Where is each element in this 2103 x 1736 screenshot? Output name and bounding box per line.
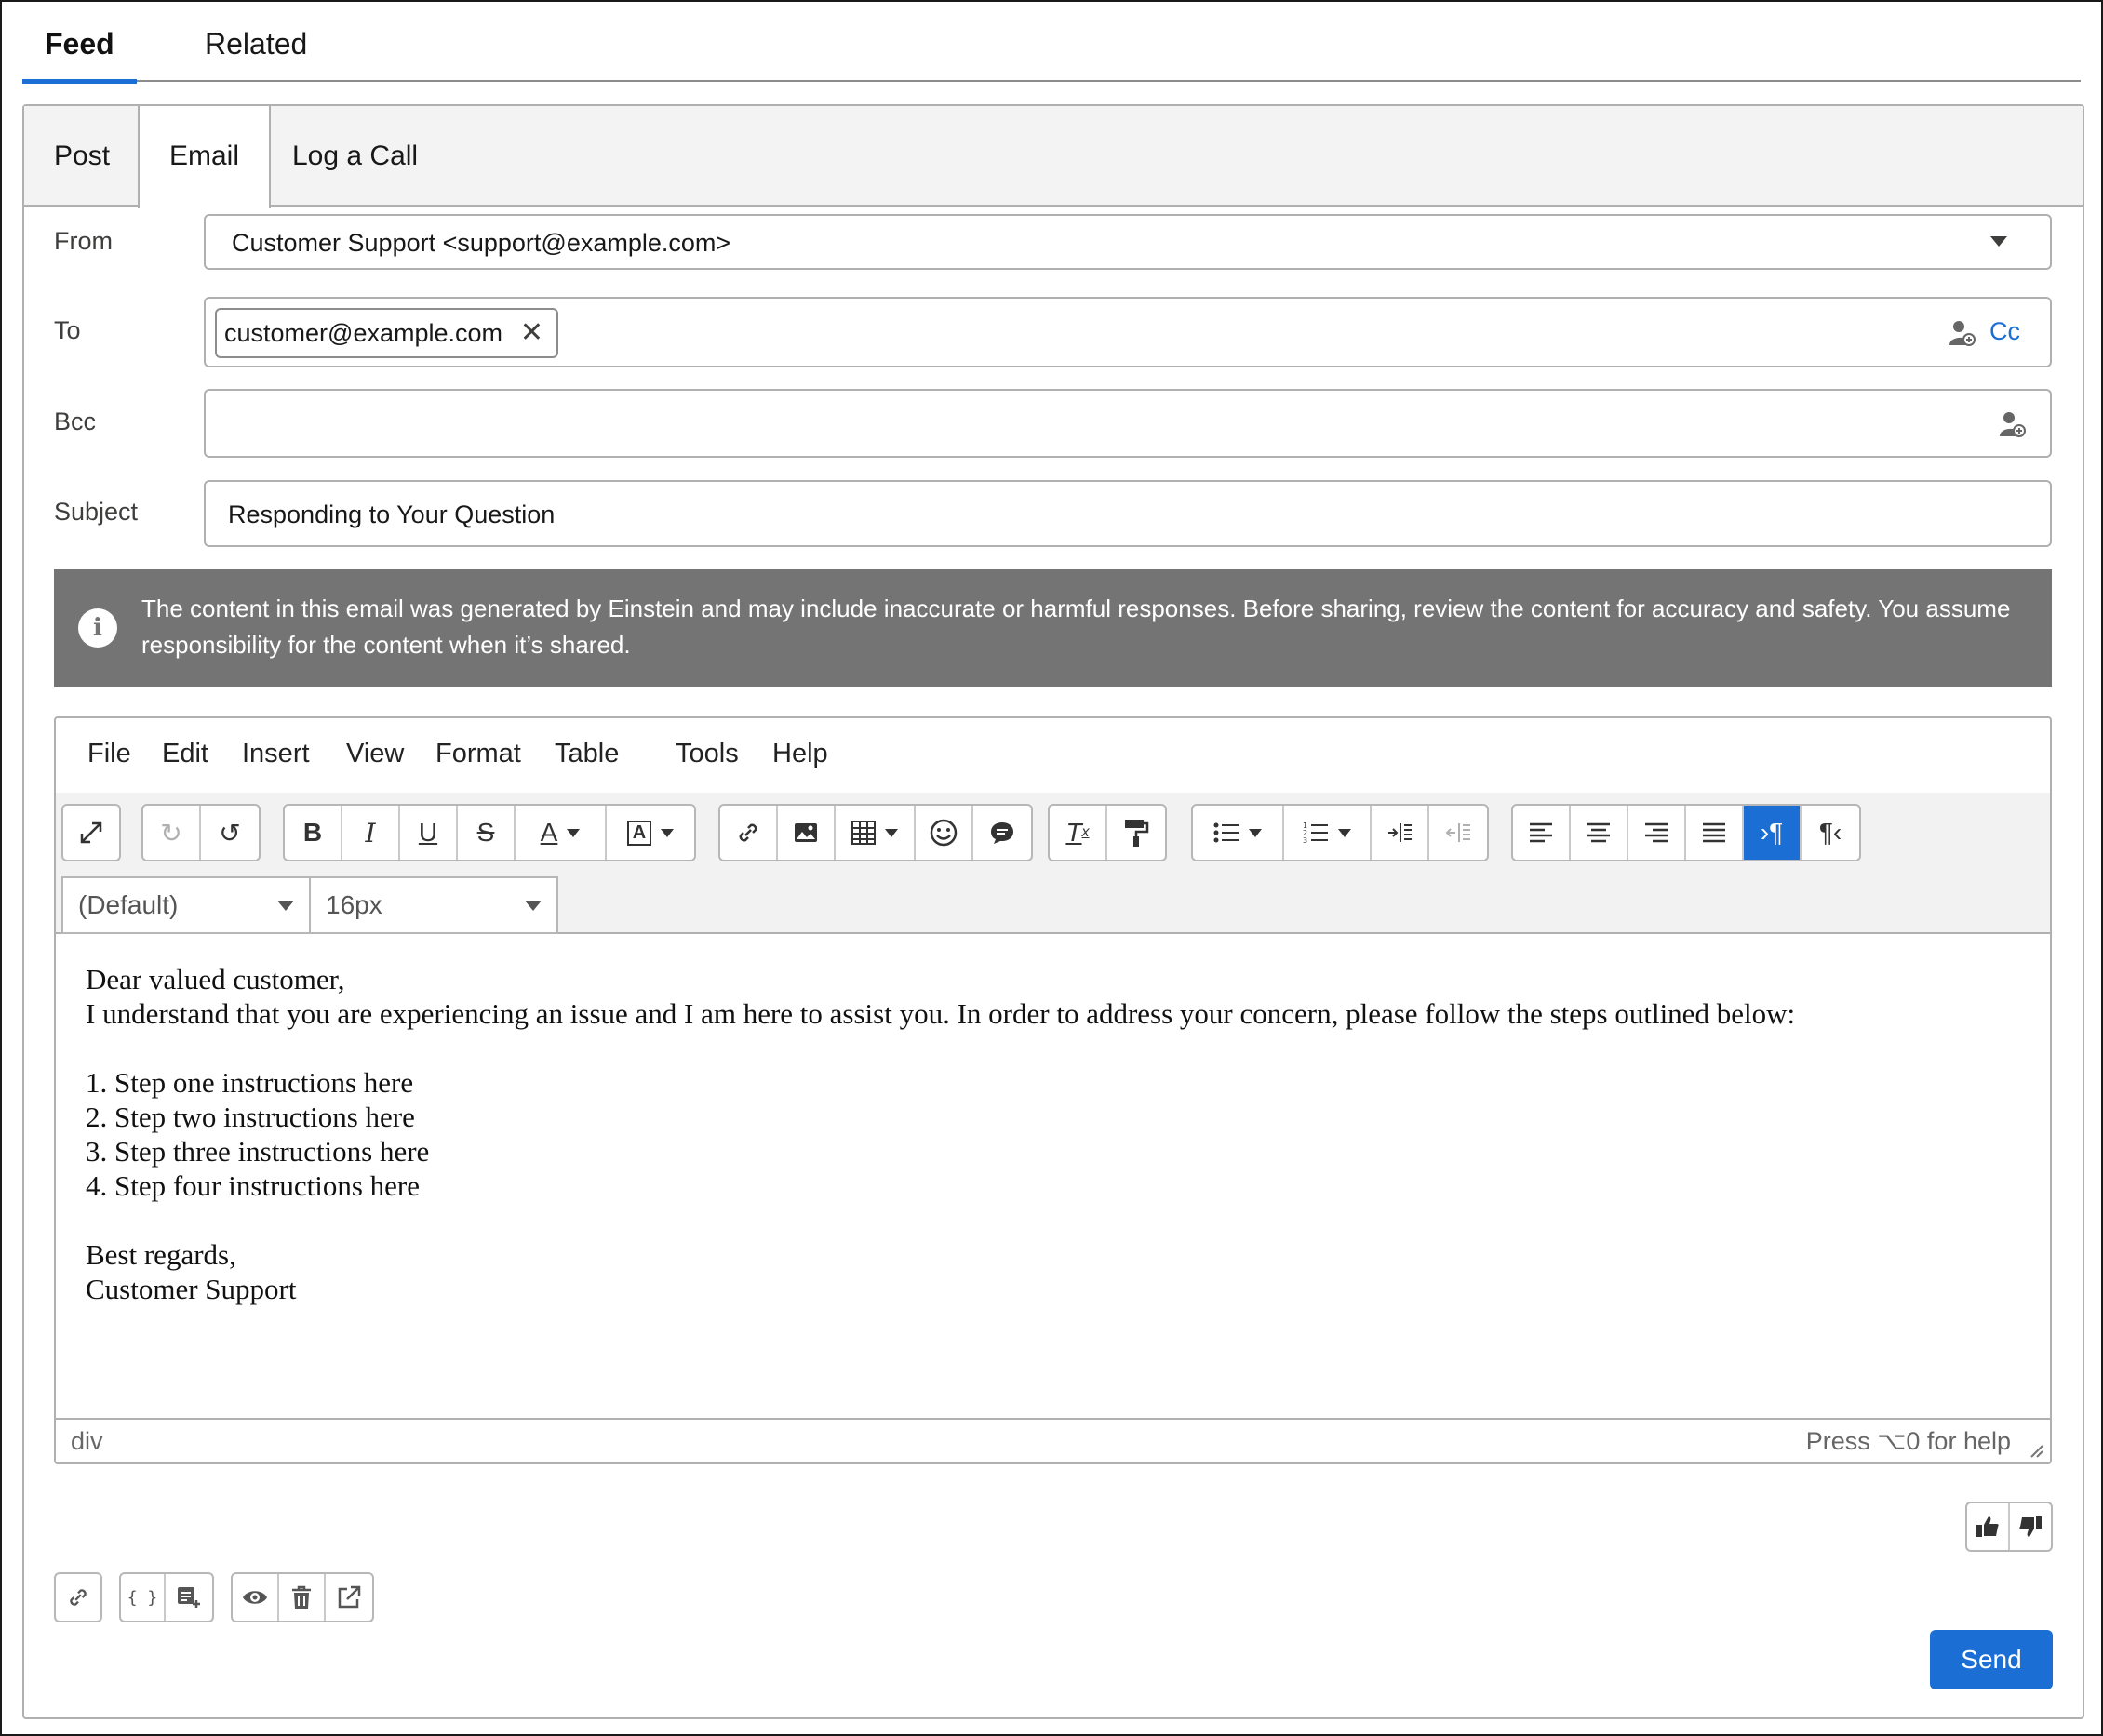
merge-field-icon[interactable]: { } xyxy=(121,1574,166,1621)
table-icon[interactable] xyxy=(836,806,916,860)
to-label: To xyxy=(54,316,81,344)
align-right-icon[interactable] xyxy=(1628,806,1686,860)
align-center-icon[interactable] xyxy=(1571,806,1628,860)
fullscreen-icon[interactable] xyxy=(63,806,119,860)
fullscreen-group xyxy=(61,804,121,861)
from-select[interactable]: Customer Support <support@example.com> xyxy=(204,214,2052,270)
alignment-group: ›¶ ¶‹ xyxy=(1511,804,1861,861)
add-contact-icon[interactable] xyxy=(1949,319,1976,347)
template-group: { } xyxy=(119,1572,214,1622)
font-family-select[interactable]: (Default) xyxy=(61,876,311,934)
chevron-down-icon xyxy=(1990,236,2007,247)
attachment-icon[interactable] xyxy=(56,1574,100,1621)
publisher-tabs: Post Email Log a Call xyxy=(24,106,2083,208)
link-icon[interactable] xyxy=(720,806,778,860)
bold-icon[interactable]: B xyxy=(285,806,342,860)
add-contact-icon[interactable] xyxy=(2000,410,2026,438)
underline-icon[interactable]: U xyxy=(400,806,458,860)
email-composer-window: Feed Related Post Email Log a Call From … xyxy=(0,0,2103,1736)
font-family-value: (Default) xyxy=(78,890,179,919)
menu-insert[interactable]: Insert xyxy=(242,739,310,769)
bcc-field[interactable] xyxy=(204,389,2052,458)
menu-tools[interactable]: Tools xyxy=(676,739,739,769)
pop-out-icon[interactable] xyxy=(326,1574,372,1621)
send-button[interactable]: Send xyxy=(1930,1630,2053,1689)
preview-group xyxy=(231,1572,374,1622)
menu-view[interactable]: View xyxy=(346,739,404,769)
record-tabs: Feed Related xyxy=(22,2,2081,84)
menu-edit[interactable]: Edit xyxy=(162,739,208,769)
feedback-group xyxy=(1965,1502,2053,1552)
text-color-icon[interactable]: A xyxy=(516,806,607,860)
comment-icon[interactable] xyxy=(973,806,1031,860)
align-justify-icon[interactable] xyxy=(1686,806,1744,860)
highlight-color-icon[interactable]: A xyxy=(607,806,694,860)
thumbs-up-icon[interactable] xyxy=(1967,1503,2010,1550)
align-left-icon[interactable] xyxy=(1513,806,1571,860)
insert-group xyxy=(718,804,1033,861)
italic-icon[interactable]: I xyxy=(342,806,400,860)
tab-email[interactable]: Email xyxy=(138,106,272,208)
undo-icon[interactable]: ↺ xyxy=(201,806,259,860)
editor-menubar: File Edit Insert View Format Table Tools… xyxy=(56,718,2050,793)
subject-input[interactable]: Responding to Your Question xyxy=(204,480,2052,547)
editor-toolbar: ↻ ↺ B I U S A A T x 1 2 3 ›¶ ¶‹ (Default… xyxy=(56,793,2050,934)
thumbs-down-icon[interactable] xyxy=(2010,1503,2051,1550)
strikethrough-icon[interactable]: S xyxy=(458,806,516,860)
chevron-down-icon xyxy=(277,901,294,911)
tab-post[interactable]: Post xyxy=(24,106,140,207)
chevron-down-icon xyxy=(525,901,542,911)
info-icon: i xyxy=(78,608,117,648)
text-format-group: B I U S A A xyxy=(283,804,696,861)
ltr-direction-icon[interactable]: ›¶ xyxy=(1744,806,1802,860)
recipient-pill: customer@example.com ✕ xyxy=(215,308,559,358)
tab-feed[interactable]: Feed xyxy=(22,22,137,84)
menu-help[interactable]: Help xyxy=(772,739,828,769)
rich-text-editor: File Edit Insert View Format Table Tools… xyxy=(54,716,2052,1464)
help-hint: Press ⌥0 for help xyxy=(1805,1427,2011,1455)
svg-text:3: 3 xyxy=(1303,836,1307,845)
menu-file[interactable]: File xyxy=(87,739,131,769)
clear-formatting-icon[interactable]: Tx xyxy=(1050,806,1107,860)
tab-log-a-call[interactable]: Log a Call xyxy=(262,106,448,207)
to-field[interactable]: customer@example.com ✕ Cc xyxy=(204,297,2052,367)
email-body[interactable]: Dear valued customer, I understand that … xyxy=(86,962,1795,1306)
einstein-disclaimer-banner: i The content in this email was generate… xyxy=(54,569,2052,687)
insert-template-icon[interactable] xyxy=(166,1574,212,1621)
remove-recipient-icon[interactable]: ✕ xyxy=(520,310,543,356)
format-painter-icon[interactable] xyxy=(1107,806,1165,860)
font-size-select[interactable]: 16px xyxy=(309,876,558,934)
resize-handle-icon[interactable] xyxy=(2028,1442,2044,1459)
rtl-direction-icon[interactable]: ¶‹ xyxy=(1802,806,1859,860)
menu-format[interactable]: Format xyxy=(435,739,521,769)
format-tools-group: Tx xyxy=(1048,804,1167,861)
tab-related[interactable]: Related xyxy=(182,22,329,82)
from-value: Customer Support <support@example.com> xyxy=(232,229,731,257)
delete-icon[interactable] xyxy=(279,1574,326,1621)
banner-text: The content in this email was generated … xyxy=(141,594,2011,659)
recipient-email: customer@example.com xyxy=(224,319,503,347)
redo-icon[interactable]: ↻ xyxy=(143,806,201,860)
subject-label: Subject xyxy=(54,498,139,526)
font-size-value: 16px xyxy=(326,890,382,919)
bullet-list-icon[interactable] xyxy=(1193,806,1284,860)
bcc-label: Bcc xyxy=(54,407,97,435)
attach-group xyxy=(54,1572,102,1622)
outdent-icon[interactable] xyxy=(1429,806,1487,860)
list-group: 123 xyxy=(1191,804,1489,861)
from-label: From xyxy=(54,227,113,255)
image-icon[interactable] xyxy=(778,806,836,860)
editor-statusbar: div Press ⌥0 for help xyxy=(56,1418,2050,1462)
subject-value: Responding to Your Question xyxy=(228,501,556,528)
indent-icon[interactable] xyxy=(1372,806,1429,860)
emoji-icon[interactable] xyxy=(916,806,973,860)
preview-icon[interactable] xyxy=(233,1574,279,1621)
menu-table[interactable]: Table xyxy=(555,739,619,769)
history-group: ↻ ↺ xyxy=(141,804,261,861)
publisher-panel: Post Email Log a Call From Customer Supp… xyxy=(22,104,2084,1719)
element-path[interactable]: div xyxy=(71,1427,103,1456)
numbered-list-icon[interactable]: 123 xyxy=(1284,806,1372,860)
cc-link[interactable]: Cc xyxy=(1989,317,2020,346)
